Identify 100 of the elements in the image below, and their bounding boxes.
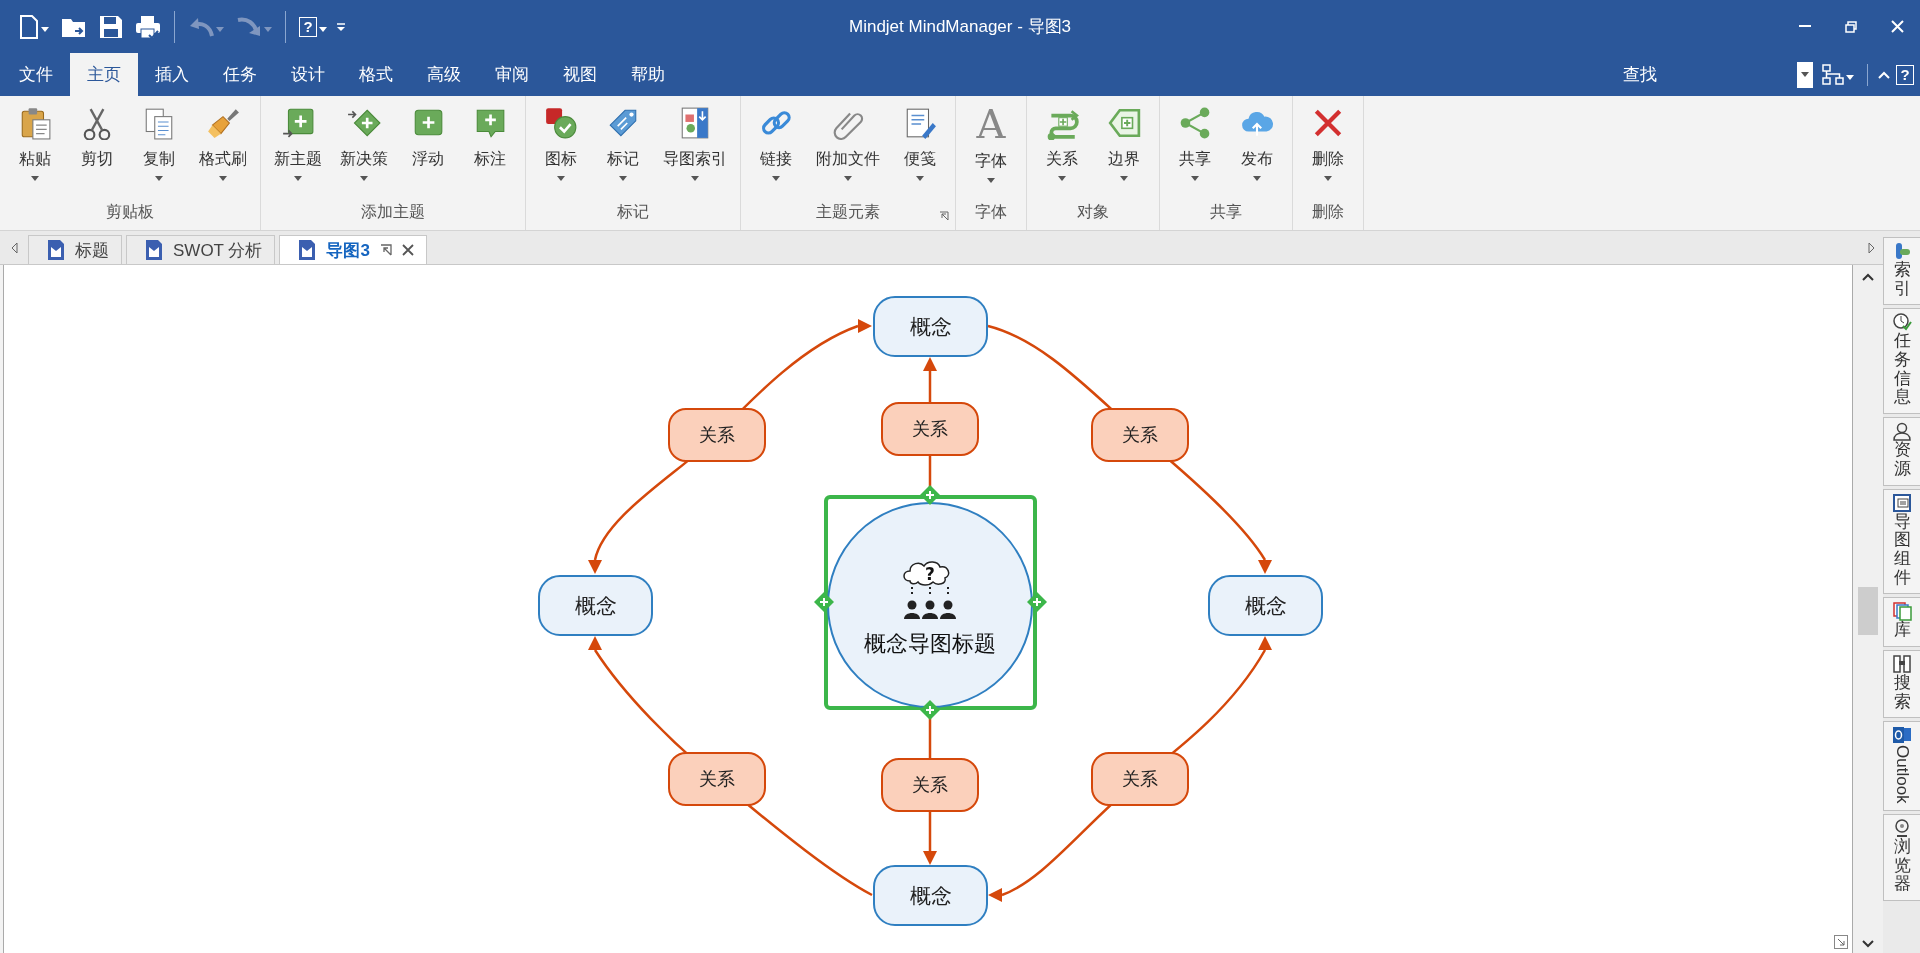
close-icon[interactable] xyxy=(401,244,414,256)
caret-icon xyxy=(264,27,272,32)
ribbon-button[interactable]: 便笺 xyxy=(889,102,951,196)
menu-tab[interactable]: 插入 xyxy=(138,53,206,96)
group-label: 字体 xyxy=(975,203,1007,220)
menu-tab[interactable]: 格式 xyxy=(342,53,410,96)
help-button[interactable]: ? xyxy=(1896,64,1914,85)
caret-icon xyxy=(155,176,163,181)
expand-handle[interactable] xyxy=(920,700,940,720)
caret-icon xyxy=(1846,75,1854,80)
customize-toolbar-icon[interactable] xyxy=(336,21,346,32)
group-label: 标记 xyxy=(617,203,649,220)
ribbon-button[interactable]: 导图索引 xyxy=(654,102,736,196)
ribbon-button[interactable]: 共享 xyxy=(1164,102,1226,196)
caret-icon xyxy=(557,176,565,181)
float-window-icon[interactable] xyxy=(379,244,392,256)
side-panel-tab[interactable]: 资源 xyxy=(1883,417,1920,486)
caret-icon xyxy=(1120,176,1128,181)
restore-icon xyxy=(1845,20,1857,33)
ribbon-button[interactable]: 附加文件 xyxy=(807,102,889,196)
person-icon xyxy=(1892,421,1912,442)
relationship-label[interactable]: 关系 xyxy=(668,752,766,806)
zoom-fit-icon[interactable] xyxy=(1834,935,1848,949)
ribbon-button[interactable]: 删除 xyxy=(1297,102,1359,196)
help-button[interactable]: ? xyxy=(296,10,330,43)
document-icon xyxy=(19,14,39,39)
expand-handle[interactable] xyxy=(1027,592,1047,612)
find-label[interactable]: 查找 xyxy=(1623,63,1657,86)
caret-icon xyxy=(844,176,852,181)
ribbon-button[interactable]: 格式刷 xyxy=(190,102,256,196)
group-label: 剪贴板 xyxy=(106,203,154,220)
globe-icon xyxy=(1892,817,1912,838)
ribbon-button[interactable]: A 字体 xyxy=(960,102,1022,196)
concept-node[interactable]: 概念 xyxy=(1208,575,1323,636)
expand-handle[interactable] xyxy=(920,485,940,505)
menu-tab[interactable]: 文件 xyxy=(2,53,70,96)
ribbon-button[interactable]: 复制 xyxy=(128,102,190,196)
ribbon-button[interactable]: 剪切 xyxy=(66,102,128,196)
caret-icon xyxy=(31,176,39,181)
caret-icon xyxy=(1324,176,1332,181)
side-panel-tab[interactable]: Outlook xyxy=(1883,721,1920,811)
side-panel-tab[interactable]: 浏览器 xyxy=(1883,813,1920,901)
library-icon xyxy=(1892,601,1912,622)
document-tab[interactable]: SWOT 分析 xyxy=(126,235,276,264)
collapse-ribbon-icon[interactable] xyxy=(1878,70,1890,79)
menu-tab[interactable]: 高级 xyxy=(410,53,478,96)
menu-tab[interactable]: 视图 xyxy=(546,53,614,96)
side-panel-tab[interactable]: 任务信息 xyxy=(1883,308,1920,415)
document-tab[interactable]: 导图3 xyxy=(279,235,427,264)
ribbon-button[interactable]: 粘贴 xyxy=(4,102,66,196)
scrollbar-thumb[interactable] xyxy=(1858,587,1878,635)
ribbon-button[interactable]: 标记 xyxy=(592,102,654,196)
group-label: 共享 xyxy=(1210,203,1242,220)
ribbon-button[interactable]: 浮动 xyxy=(397,102,459,196)
relationship-label[interactable]: 关系 xyxy=(668,408,766,462)
save-icon xyxy=(99,14,123,39)
scroll-down-icon[interactable] xyxy=(1862,940,1874,948)
relationship-label[interactable]: 关系 xyxy=(881,402,979,456)
ribbon-button[interactable]: 新决策 xyxy=(331,102,397,196)
caret-icon xyxy=(691,176,699,181)
outlook-icon xyxy=(1892,725,1912,746)
expand-handle[interactable] xyxy=(814,592,834,612)
relationship-label[interactable]: 关系 xyxy=(1091,752,1189,806)
scroll-up-icon[interactable] xyxy=(1862,273,1874,281)
ribbon-button[interactable]: 发布 xyxy=(1226,102,1288,196)
central-topic[interactable]: ? 概念导图标题 xyxy=(827,502,1033,708)
ribbon-button[interactable]: 图标 xyxy=(530,102,592,196)
printer-icon xyxy=(135,14,161,39)
group-label: 删除 xyxy=(1312,203,1344,220)
dialog-launcher-icon[interactable] xyxy=(939,211,949,221)
relationship-label[interactable]: 关系 xyxy=(881,758,979,812)
menu-tab[interactable]: 帮助 xyxy=(614,53,682,96)
scroll-left-icon[interactable] xyxy=(10,241,18,254)
document-tab[interactable]: 标题 xyxy=(28,235,122,264)
relationship-label[interactable]: 关系 xyxy=(1091,408,1189,462)
ribbon-button[interactable]: 链接 xyxy=(745,102,807,196)
clock-check-icon xyxy=(1892,312,1912,333)
menu-tab[interactable]: 审阅 xyxy=(478,53,546,96)
topic-add-icon xyxy=(281,106,315,140)
menu-tab[interactable]: 主页 xyxy=(70,53,138,96)
ribbon-button[interactable]: 新主题 xyxy=(265,102,331,196)
caret-icon xyxy=(987,178,995,183)
side-panel-tab[interactable]: 搜索 xyxy=(1883,649,1920,719)
side-panel-tab[interactable]: 导图组件 xyxy=(1883,488,1920,595)
concept-node[interactable]: 概念 xyxy=(873,865,988,926)
menu-tab[interactable]: 任务 xyxy=(206,53,274,96)
scroll-right-icon[interactable] xyxy=(1868,241,1875,254)
redo-icon xyxy=(236,15,262,38)
caret-icon xyxy=(219,176,227,181)
side-panel-tab[interactable]: 索引 xyxy=(1883,237,1920,306)
caret-icon xyxy=(360,176,368,181)
caret-icon xyxy=(319,27,327,32)
concept-node[interactable]: 概念 xyxy=(538,575,653,636)
ribbon-button[interactable]: 边界 xyxy=(1093,102,1155,196)
menu-tab[interactable]: 设计 xyxy=(274,53,342,96)
dropdown-button[interactable] xyxy=(1797,61,1813,88)
concept-node[interactable]: 概念 xyxy=(873,296,988,357)
ribbon-button[interactable]: 标注 xyxy=(459,102,521,196)
ribbon-button[interactable]: 关系 xyxy=(1031,102,1093,196)
side-panel-tab[interactable]: 库 xyxy=(1883,597,1920,647)
